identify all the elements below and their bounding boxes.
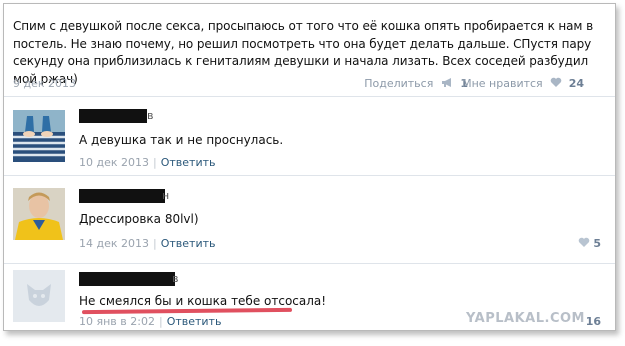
comment-item: в А девушка так и не проснулась. 10 дек … [4, 102, 615, 172]
comment-like-count: 5 [593, 237, 601, 250]
comment-meta: 10 дек 2013 | Ответить [79, 156, 216, 169]
author-name-tail: н [162, 189, 170, 202]
reply-button[interactable]: Ответить [161, 237, 216, 250]
comment-text: Не смеялся бы и кошка тебе отсосала! [79, 294, 327, 308]
heart-icon [579, 237, 590, 247]
avatar[interactable] [13, 188, 65, 240]
comment-text: А девушка так и не проснулась. [79, 133, 284, 147]
like-count: 24 [568, 77, 584, 90]
comment-item: н Дрессировка 80lvl) 14 дек 2013 | Ответит… [4, 180, 615, 260]
comment-text: Дрессировка 80lvl) [79, 212, 199, 226]
share-label: Поделиться [364, 77, 434, 90]
reply-button[interactable]: Ответить [167, 315, 222, 328]
comment-meta: 10 янв в 2:02 | Ответить [79, 315, 221, 328]
avatar-image [13, 188, 65, 240]
divider [4, 175, 615, 176]
separator: | [153, 156, 157, 169]
share-button[interactable]: Поделиться 1 [364, 77, 468, 90]
default-avatar-dog-icon [13, 270, 65, 322]
author-name-tail: в [147, 109, 154, 122]
comment-meta: 14 дек 2013 | Ответить [79, 237, 216, 250]
author-name-redacted[interactable] [79, 272, 175, 286]
divider [4, 96, 615, 97]
avatar-image [13, 110, 65, 162]
comment-like-button[interactable]: 5 [574, 237, 601, 250]
comment-date[interactable]: 10 янв в 2:02 [79, 315, 155, 328]
divider [4, 263, 615, 264]
author-name-redacted[interactable] [79, 109, 147, 123]
post-meta: 9 дек 2013 Поделиться 1 Мне нравится 24 [13, 77, 598, 91]
like-label: Мне нравится [462, 77, 543, 90]
megaphone-icon [441, 78, 451, 87]
post-card: Спим с девушкой после секса, просыпаюсь … [3, 3, 616, 331]
comment-like-button[interactable]: 16 [583, 315, 601, 328]
comment-like-count: 16 [585, 315, 601, 328]
avatar[interactable] [13, 270, 65, 322]
separator: | [158, 315, 163, 328]
avatar[interactable] [13, 110, 65, 162]
like-button[interactable]: Мне нравится 24 [462, 77, 584, 90]
watermark: YAPLAKAL.COM [466, 311, 585, 326]
author-name-tail: в [172, 272, 179, 285]
comment-date[interactable]: 14 дек 2013 [79, 237, 149, 250]
separator: | [153, 237, 157, 250]
author-name-redacted[interactable] [79, 189, 165, 203]
reply-button[interactable]: Ответить [161, 156, 216, 169]
heart-icon [550, 77, 562, 87]
post-date[interactable]: 9 дек 2013 [13, 77, 76, 90]
comment-date[interactable]: 10 дек 2013 [79, 156, 149, 169]
